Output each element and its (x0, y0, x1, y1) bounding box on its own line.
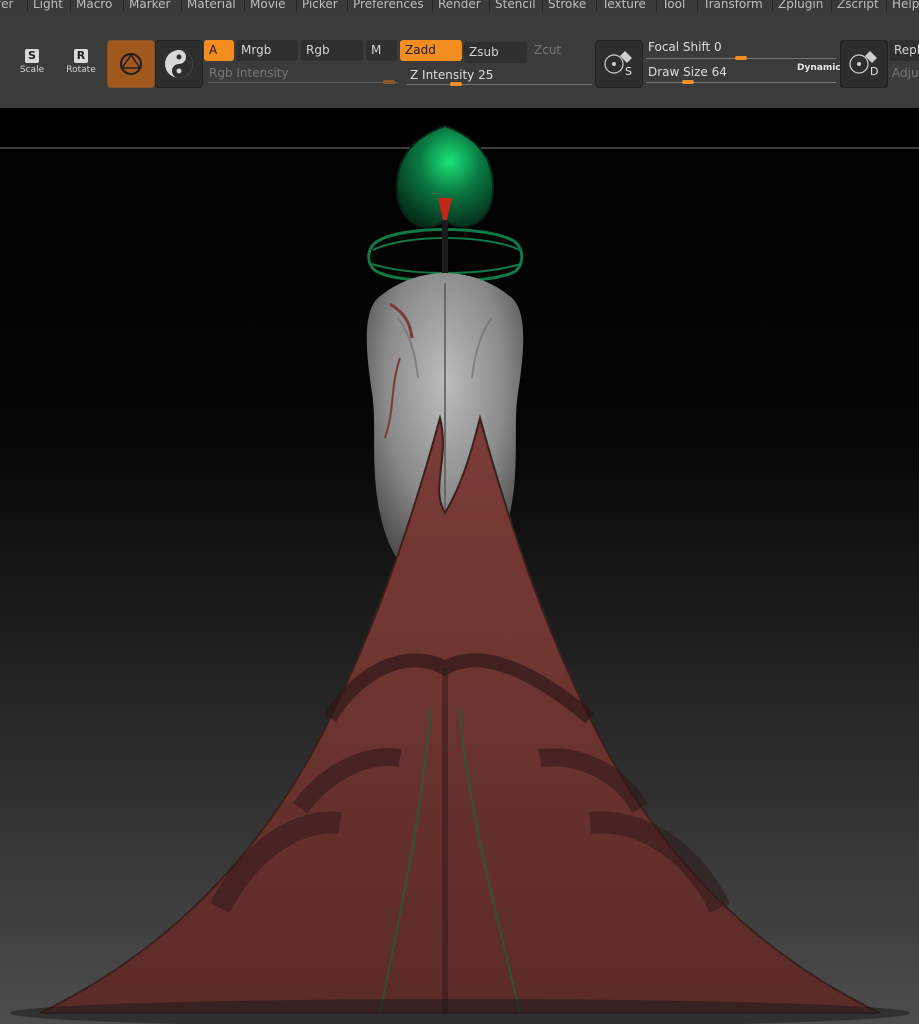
rgb-intensity-thumb[interactable] (383, 80, 395, 84)
menu-render[interactable]: Render (438, 0, 481, 12)
scale-icon: S (25, 49, 39, 63)
menu-zplugin[interactable]: Zplugin (778, 0, 823, 12)
mrgb-button[interactable]: Mrgb (236, 40, 298, 61)
menu-layer[interactable]: yer (0, 0, 13, 12)
m-button[interactable]: M (366, 40, 397, 61)
menu-separator (181, 0, 182, 12)
adjust-button[interactable]: Adju (892, 66, 919, 80)
rotate-tool[interactable]: R Rotate (59, 44, 103, 84)
material-icon (165, 50, 193, 78)
menu-separator (772, 0, 773, 12)
focal-shift-label: Focal Shift 0 (648, 40, 722, 54)
scale-label: Scale (19, 65, 45, 75)
menu-separator (123, 0, 124, 12)
menu-help[interactable]: Help (892, 0, 919, 12)
a-button[interactable]: A (204, 40, 234, 61)
canvas-viewport[interactable] (0, 108, 919, 1024)
menu-separator (542, 0, 543, 12)
edit-button[interactable]: D (840, 40, 888, 88)
menu-separator (27, 0, 28, 12)
menu-zscript[interactable]: Zscript (837, 0, 879, 12)
z-intensity-thumb[interactable] (450, 82, 462, 86)
menu-separator (296, 0, 297, 12)
menu-separator (656, 0, 657, 12)
lazy-mouse-button[interactable]: S (595, 40, 643, 88)
viewport-scene (0, 108, 919, 1024)
draw-size-thumb[interactable] (682, 80, 694, 84)
menu-separator (347, 0, 348, 12)
menu-marker[interactable]: Marker (129, 0, 170, 12)
rotate-icon: R (74, 49, 88, 63)
draw-size-label: Draw Size 64 (648, 65, 727, 79)
menu-stencil[interactable]: Stencil (495, 0, 536, 12)
menu-separator (831, 0, 832, 12)
menu-material[interactable]: Material (187, 0, 236, 12)
zadd-button[interactable]: Zadd (400, 40, 462, 61)
svg-text:D: D (870, 65, 878, 78)
brush-icon (120, 53, 142, 75)
menu-bar: yer Light Macro Marker Material Movie Picker Pr… (0, 0, 919, 12)
replay-button[interactable]: Repl (889, 40, 919, 61)
menu-light[interactable]: Light (33, 0, 63, 12)
material-button[interactable] (155, 40, 203, 88)
menu-separator (886, 0, 887, 12)
menu-tool[interactable]: Tool (662, 0, 685, 12)
menu-separator (70, 0, 71, 12)
menu-preferences[interactable]: Preferences (353, 0, 424, 12)
menu-stroke[interactable]: Stroke (548, 0, 586, 12)
current-brush-button[interactable] (107, 40, 155, 88)
rgb-intensity-slider[interactable] (208, 82, 398, 83)
svg-text:S: S (625, 65, 632, 78)
menu-texture[interactable]: Texture (602, 0, 646, 12)
menu-separator (697, 0, 698, 12)
menu-separator (596, 0, 597, 12)
menu-picker[interactable]: Picker (302, 0, 338, 12)
draw-size-slider[interactable] (646, 82, 836, 83)
menu-separator (432, 0, 433, 12)
menu-separator (244, 0, 245, 12)
spray-s-icon: S (604, 51, 632, 78)
menu-macro[interactable]: Macro (76, 0, 112, 12)
dynamic-toggle[interactable]: Dynamic (797, 63, 841, 73)
menu-movie[interactable]: Movie (250, 0, 286, 12)
top-shelf: S Scale R Rotate A Mrgb Rgb M Zadd Zsub … (0, 12, 919, 109)
zcut-button[interactable]: Zcut (534, 43, 561, 57)
rgb-button[interactable]: Rgb (301, 40, 363, 61)
zsub-button[interactable]: Zsub (464, 42, 527, 63)
menu-separator (489, 0, 490, 12)
brush-d-icon: D (849, 51, 878, 78)
rotate-label: Rotate (66, 65, 96, 75)
rgb-intensity-label: Rgb Intensity (209, 66, 289, 80)
z-intensity-label: Z Intensity 25 (410, 68, 494, 82)
focal-shift-thumb[interactable] (735, 56, 747, 60)
z-intensity-slider[interactable] (407, 84, 592, 85)
scale-tool[interactable]: S Scale (10, 44, 54, 84)
menu-transform[interactable]: Transform (703, 0, 763, 12)
